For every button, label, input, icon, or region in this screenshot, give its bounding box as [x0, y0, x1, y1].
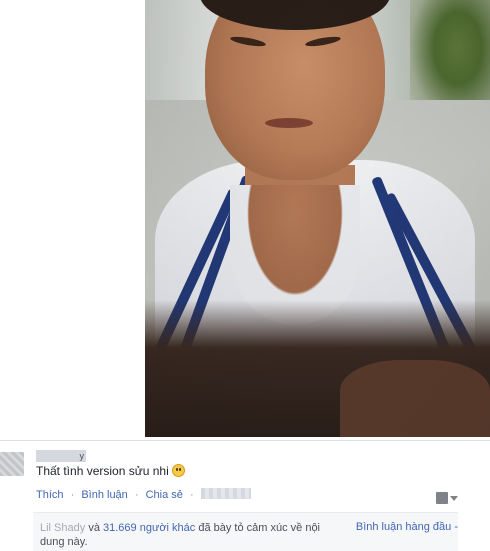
share-link[interactable]: Chia sẻ [146, 489, 183, 501]
comment-item: y Thất tình version sửu nhi Thích · Bình… [0, 445, 490, 515]
options-icon [436, 492, 448, 504]
comment-text: Thất tình version sửu nhi [36, 464, 169, 478]
separator-dot: · [189, 489, 194, 501]
separator-dot: · [134, 489, 139, 501]
post-options-button[interactable] [436, 490, 458, 506]
reactions-summary-bar: Lil Shady và 31.669 người khác đã bày tỏ… [33, 512, 458, 551]
video-vignette [145, 0, 490, 437]
reactor-name[interactable]: Lil Shady [40, 522, 85, 534]
video-frame[interactable] [145, 0, 490, 437]
smiley-emoji-icon [171, 464, 185, 477]
post-video[interactable] [0, 0, 490, 437]
reactions-summary-text: Lil Shady và 31.669 người khác đã bày tỏ… [40, 521, 340, 549]
sort-comments-dropdown[interactable]: Bình luận hàng đầu - [356, 521, 458, 533]
commenter-avatar[interactable] [0, 452, 24, 476]
divider [0, 440, 490, 441]
separator-dot: · [70, 489, 75, 501]
redacted-name [200, 488, 251, 499]
reactions-others-link[interactable]: 31.669 người khác [103, 522, 195, 534]
comment-link[interactable]: Bình luận [81, 489, 127, 501]
like-link[interactable]: Thích [36, 489, 64, 501]
chevron-down-icon [450, 495, 458, 501]
video-left-background [0, 0, 145, 437]
comment-author-name[interactable]: y [36, 450, 86, 462]
reactions-connector: và [88, 522, 100, 534]
comment-body: Thất tình version sửu nhi [36, 464, 185, 478]
comment-actions: Thích · Bình luận · Chia sẻ · [36, 488, 251, 501]
